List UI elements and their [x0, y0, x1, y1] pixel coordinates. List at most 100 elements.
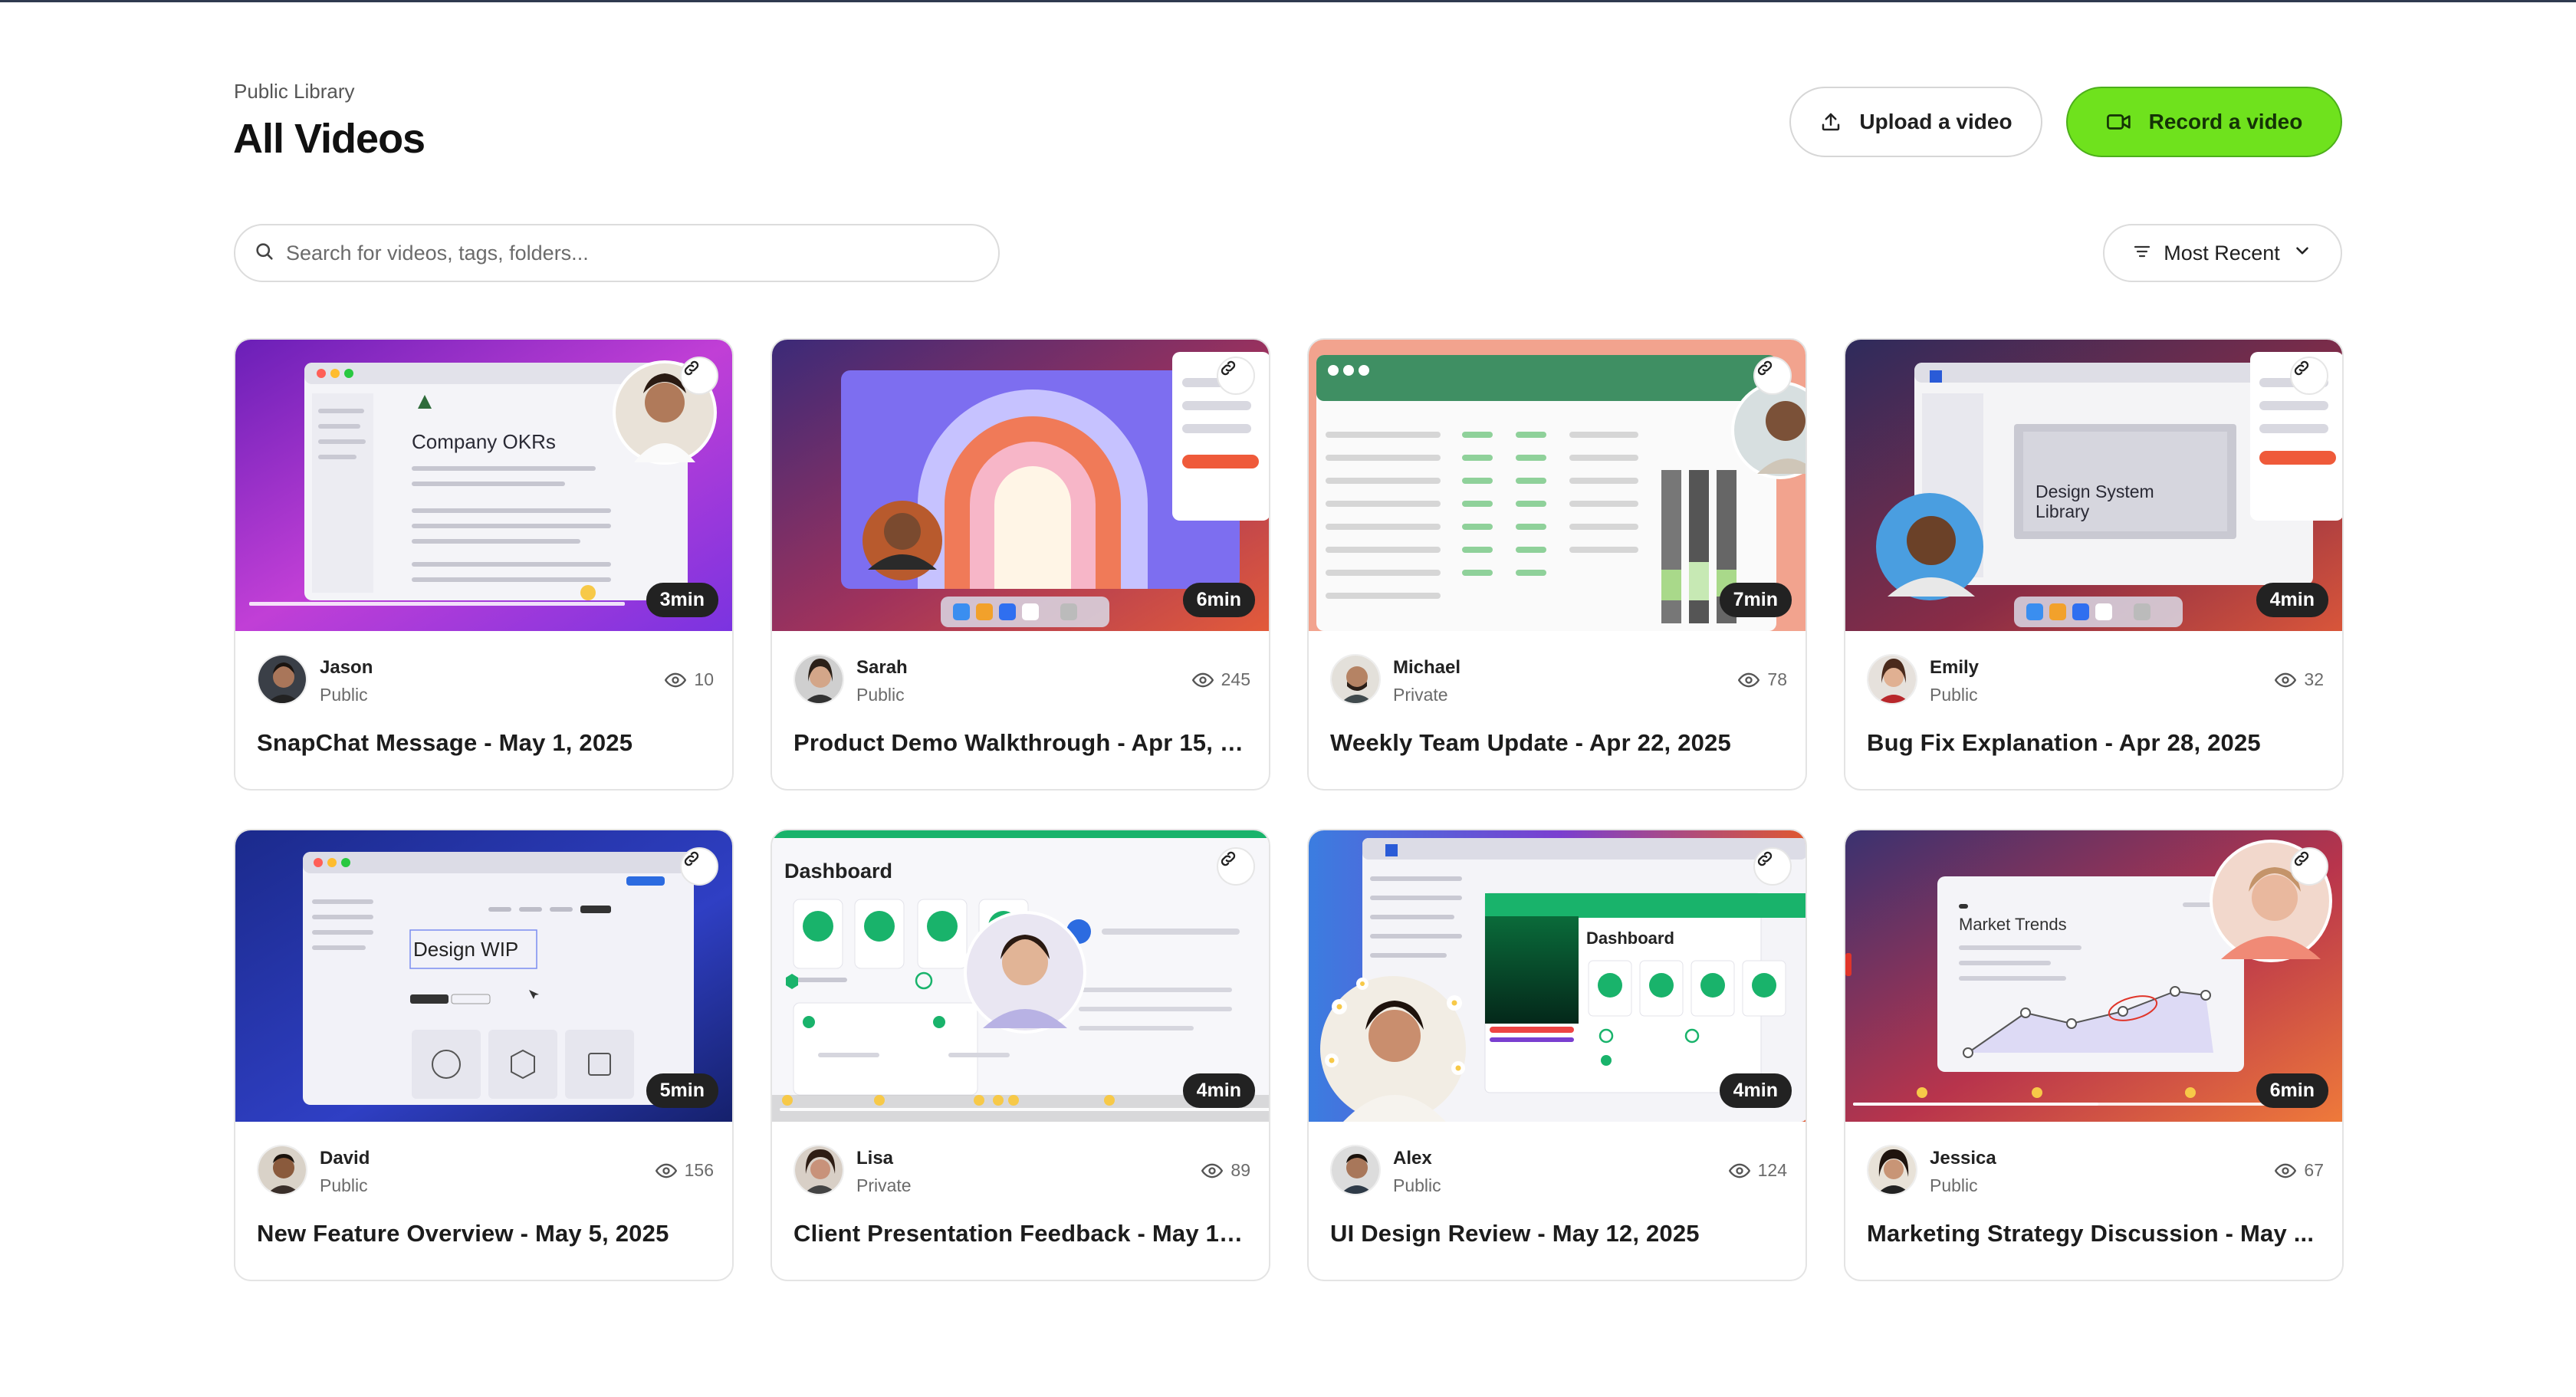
thumbnail-caption: Dashboard — [784, 860, 893, 883]
copy-link-button[interactable] — [680, 847, 718, 886]
video-card[interactable]: 6min Market Trends Jessica Public 67 Mar… — [1844, 829, 2344, 1281]
copy-link-button[interactable] — [1753, 847, 1792, 886]
video-title[interactable]: New Feature Overview - May 5, 2025 — [257, 1220, 715, 1247]
link-icon — [1221, 851, 1236, 866]
page-title: All Videos — [233, 116, 426, 162]
view-count-value: 89 — [1230, 1160, 1250, 1180]
video-card[interactable]: 4min Design System Library Emily Public … — [1844, 338, 2344, 791]
avatar — [1867, 654, 1917, 705]
link-icon — [2294, 360, 2309, 376]
view-count: 89 — [1201, 1160, 1250, 1181]
copy-link-button[interactable] — [2290, 357, 2328, 395]
view-count: 124 — [1728, 1160, 1787, 1181]
copy-link-button[interactable] — [1217, 357, 1255, 395]
video-meta: Alex Public 124 — [1330, 1145, 1787, 1198]
copy-link-button[interactable] — [680, 357, 718, 395]
video-title[interactable]: Weekly Team Update - Apr 22, 2025 — [1330, 729, 1789, 757]
author-name: Sarah — [856, 657, 908, 678]
video-thumbnail[interactable]: 4min Design System Library — [1845, 340, 2342, 631]
duration-badge: 4min — [1719, 1073, 1792, 1108]
thumbnail-caption: Market Trends — [1959, 915, 2067, 934]
link-icon — [1757, 851, 1773, 866]
search-bar[interactable] — [234, 224, 1000, 282]
view-count: 156 — [655, 1160, 714, 1181]
video-meta: Sarah Public 245 — [794, 654, 1250, 708]
thumbnail-caption: Dashboard — [1586, 929, 1674, 948]
video-thumbnail[interactable]: 4min Dashboard — [772, 830, 1269, 1122]
upload-video-button[interactable]: Upload a video — [1789, 87, 2042, 157]
video-title[interactable]: Client Presentation Feedback - May 10... — [794, 1220, 1252, 1247]
upload-icon — [1819, 110, 1842, 133]
copy-link-button[interactable] — [1753, 357, 1792, 395]
upload-video-label: Upload a video — [1859, 110, 2013, 133]
visibility-label: Public — [1930, 1175, 1978, 1195]
eye-icon — [2275, 1163, 2297, 1178]
sort-lines-icon — [2133, 242, 2151, 265]
eye-icon — [1191, 672, 1214, 687]
avatar — [1867, 1145, 1917, 1195]
visibility-label: Public — [1930, 685, 1978, 705]
video-thumbnail[interactable]: 3min Company OKRs — [235, 340, 732, 631]
video-title[interactable]: Product Demo Walkthrough - Apr 15, 2... — [794, 729, 1252, 757]
video-thumbnail[interactable]: 5min Design WIP — [235, 830, 732, 1122]
author-name: Jessica — [1930, 1148, 1996, 1169]
video-card[interactable]: 7min Michael Private 78 Weekly Team Upda… — [1307, 338, 1807, 791]
eye-icon — [1201, 1163, 1224, 1178]
video-thumbnail[interactable]: 6min — [772, 340, 1269, 631]
view-count-value: 32 — [2304, 669, 2324, 689]
chevron-down-icon — [2292, 241, 2312, 266]
video-card[interactable]: 3min Company OKRs Jason Public 10 SnapCh… — [234, 338, 734, 791]
link-icon — [1757, 360, 1773, 376]
visibility-label: Public — [1393, 1175, 1441, 1195]
video-card[interactable]: 4min Dashboard Alex Public 124 UI Design… — [1307, 829, 1807, 1281]
breadcrumb[interactable]: Public Library — [234, 80, 355, 104]
visibility-label: Private — [1393, 685, 1448, 705]
duration-badge: 5min — [646, 1073, 718, 1108]
duration-badge: 4min — [2256, 583, 2328, 617]
duration-badge: 7min — [1719, 583, 1792, 617]
video-title[interactable]: Marketing Strategy Discussion - May ... — [1867, 1220, 2325, 1247]
link-icon — [684, 360, 699, 376]
eye-icon — [1728, 1163, 1750, 1178]
video-title[interactable]: Bug Fix Explanation - Apr 28, 2025 — [1867, 729, 2325, 757]
view-count: 78 — [1738, 669, 1787, 690]
author-name: Alex — [1393, 1148, 1432, 1169]
video-thumbnail[interactable]: 7min — [1309, 340, 1806, 631]
view-count-value: 156 — [684, 1160, 714, 1180]
author-name: David — [320, 1148, 370, 1169]
link-icon — [684, 851, 699, 866]
author-name: Lisa — [856, 1148, 894, 1169]
record-video-button[interactable]: Record a video — [2066, 87, 2342, 157]
view-count: 245 — [1191, 669, 1250, 690]
video-meta: David Public 156 — [257, 1145, 714, 1198]
avatar — [1330, 1145, 1381, 1195]
author-name: Jason — [320, 657, 373, 678]
video-card[interactable]: 6min Sarah Public 245 Product Demo Walkt… — [770, 338, 1270, 791]
duration-badge: 6min — [2256, 1073, 2328, 1108]
video-meta: Jason Public 10 — [257, 654, 714, 708]
view-count: 10 — [665, 669, 714, 690]
video-meta: Michael Private 78 — [1330, 654, 1787, 708]
video-title[interactable]: UI Design Review - May 12, 2025 — [1330, 1220, 1789, 1247]
avatar — [257, 1145, 307, 1195]
video-card[interactable]: 5min Design WIP David Public 156 New Fea… — [234, 829, 734, 1281]
eye-icon — [1738, 672, 1760, 687]
video-thumbnail[interactable]: 4min Dashboard — [1309, 830, 1806, 1122]
sort-label: Most Recent — [2164, 241, 2280, 265]
video-card[interactable]: 4min Dashboard Lisa Private 89 Client Pr… — [770, 829, 1270, 1281]
avatar — [794, 1145, 844, 1195]
video-thumbnail[interactable]: 6min Market Trends — [1845, 830, 2342, 1122]
copy-link-button[interactable] — [2290, 847, 2328, 886]
avatar — [1330, 654, 1381, 705]
search-input[interactable] — [286, 241, 961, 265]
view-count: 67 — [2275, 1160, 2324, 1181]
video-meta: Lisa Private 89 — [794, 1145, 1250, 1198]
duration-badge: 3min — [646, 583, 718, 617]
duration-badge: 6min — [1182, 583, 1255, 617]
view-count-value: 10 — [694, 669, 714, 689]
copy-link-button[interactable] — [1217, 847, 1255, 886]
author-name: Emily — [1930, 657, 1980, 678]
eye-icon — [655, 1163, 677, 1178]
sort-dropdown[interactable]: Most Recent — [2103, 224, 2342, 282]
video-title[interactable]: SnapChat Message - May 1, 2025 — [257, 729, 715, 757]
